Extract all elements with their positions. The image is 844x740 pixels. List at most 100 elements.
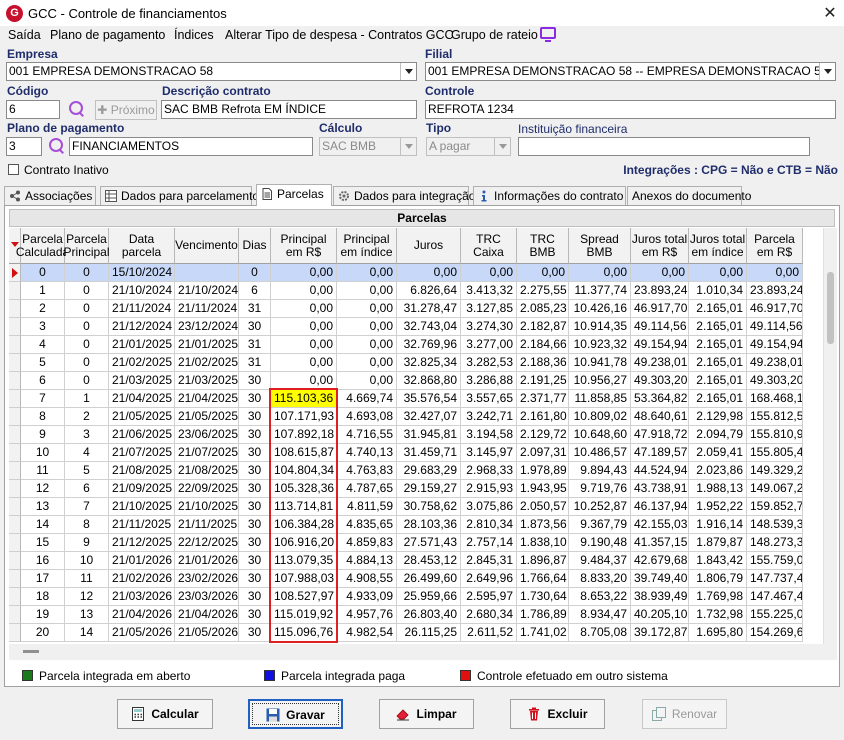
gravar-button[interactable]: Gravar bbox=[248, 699, 343, 729]
horizontal-scroll-thumb[interactable] bbox=[23, 650, 39, 653]
table-cell[interactable]: 21/11/2024 bbox=[175, 300, 239, 318]
menu-saida[interactable]: Saída bbox=[8, 28, 41, 42]
row-indicator[interactable] bbox=[9, 462, 21, 480]
table-cell[interactable]: 2.059,41 bbox=[689, 444, 747, 462]
column-header[interactable]: Principal em índice bbox=[337, 228, 397, 264]
table-cell[interactable]: 6 bbox=[21, 372, 65, 390]
table-cell[interactable]: 4.669,74 bbox=[337, 390, 397, 408]
table-cell[interactable]: 0,00 bbox=[271, 300, 337, 318]
table-cell[interactable]: 39.172,87 bbox=[631, 624, 689, 642]
table-cell[interactable]: 21/01/2025 bbox=[175, 336, 239, 354]
table-cell[interactable]: 30 bbox=[239, 444, 271, 462]
table-cell[interactable]: 31 bbox=[239, 354, 271, 372]
table-cell[interactable]: 4.811,59 bbox=[337, 498, 397, 516]
table-cell[interactable]: 2.275,55 bbox=[517, 282, 569, 300]
table-cell[interactable]: 26.115,25 bbox=[397, 624, 461, 642]
table-cell[interactable]: 4.787,65 bbox=[337, 480, 397, 498]
table-cell[interactable]: 2.129,98 bbox=[689, 408, 747, 426]
table-cell[interactable]: 14 bbox=[21, 516, 65, 534]
row-indicator[interactable] bbox=[9, 570, 21, 588]
table-cell[interactable]: 155.225,02 bbox=[747, 606, 803, 624]
table-cell[interactable]: 21/04/2026 bbox=[109, 606, 175, 624]
table-cell[interactable]: 2.611,52 bbox=[461, 624, 517, 642]
table-cell[interactable]: 21/12/2024 bbox=[109, 318, 175, 336]
table-cell[interactable]: 30.758,62 bbox=[397, 498, 461, 516]
column-header[interactable]: Dias bbox=[239, 228, 271, 264]
table-cell[interactable]: 32.868,80 bbox=[397, 372, 461, 390]
table-cell[interactable]: 21/10/2024 bbox=[109, 282, 175, 300]
tab-parcelas[interactable]: Parcelas bbox=[256, 184, 332, 206]
plano-code-input[interactable]: 3 bbox=[6, 137, 42, 156]
calcular-button[interactable]: Calcular bbox=[117, 699, 213, 729]
column-header[interactable]: Vencimento bbox=[175, 228, 239, 264]
table-cell[interactable]: 0,00 bbox=[337, 264, 397, 282]
column-header[interactable]: Juros bbox=[397, 228, 461, 264]
table-cell[interactable]: 42.679,68 bbox=[631, 552, 689, 570]
table-cell[interactable]: 155.810,90 bbox=[747, 426, 803, 444]
table-cell[interactable]: 148.273,35 bbox=[747, 534, 803, 552]
table-cell[interactable]: 0,00 bbox=[631, 264, 689, 282]
row-indicator[interactable] bbox=[9, 444, 21, 462]
table-cell[interactable]: 1.769,98 bbox=[689, 588, 747, 606]
table-cell[interactable]: 10.426,16 bbox=[569, 300, 631, 318]
table-cell[interactable]: 41.357,15 bbox=[631, 534, 689, 552]
table-cell[interactable]: 2.094,79 bbox=[689, 426, 747, 444]
table-cell[interactable]: 23.893,24 bbox=[747, 282, 803, 300]
table-cell[interactable]: 0 bbox=[65, 336, 109, 354]
table-cell[interactable]: 0,00 bbox=[271, 336, 337, 354]
table-cell[interactable]: 30 bbox=[239, 462, 271, 480]
table-cell[interactable]: 6.826,64 bbox=[397, 282, 461, 300]
table-cell[interactable]: 4.933,09 bbox=[337, 588, 397, 606]
table-cell[interactable]: 1.766,64 bbox=[517, 570, 569, 588]
table-cell[interactable]: 28.453,12 bbox=[397, 552, 461, 570]
table-cell[interactable]: 10 bbox=[21, 444, 65, 462]
table-cell[interactable]: 49.238,01 bbox=[631, 354, 689, 372]
table-cell[interactable]: 31 bbox=[239, 336, 271, 354]
table-cell[interactable]: 149.067,27 bbox=[747, 480, 803, 498]
row-indicator[interactable] bbox=[9, 372, 21, 390]
table-cell[interactable]: 21/10/2025 bbox=[109, 498, 175, 516]
table-cell[interactable]: 21/04/2025 bbox=[175, 390, 239, 408]
empresa-select[interactable]: 001 EMPRESA DEMONSTRACAO 58 bbox=[6, 62, 417, 81]
table-cell[interactable]: 2.129,72 bbox=[517, 426, 569, 444]
table-cell[interactable]: 30 bbox=[239, 552, 271, 570]
table-cell[interactable]: 53.364,82 bbox=[631, 390, 689, 408]
table-cell[interactable]: 0 bbox=[65, 264, 109, 282]
row-indicator[interactable] bbox=[9, 588, 21, 606]
table-cell[interactable]: 19 bbox=[21, 606, 65, 624]
table-cell[interactable]: 30 bbox=[239, 318, 271, 336]
table-cell[interactable]: 0 bbox=[65, 282, 109, 300]
table-cell[interactable]: 2.191,25 bbox=[517, 372, 569, 390]
table-cell[interactable]: 4.957,76 bbox=[337, 606, 397, 624]
table-cell[interactable]: 1.879,87 bbox=[689, 534, 747, 552]
table-cell[interactable]: 2.085,23 bbox=[517, 300, 569, 318]
table-cell[interactable]: 21/05/2026 bbox=[175, 624, 239, 642]
row-indicator[interactable] bbox=[9, 282, 21, 300]
table-cell[interactable]: 23/03/2026 bbox=[175, 588, 239, 606]
table-cell[interactable]: 4.859,83 bbox=[337, 534, 397, 552]
table-cell[interactable]: 21/02/2026 bbox=[109, 570, 175, 588]
table-cell[interactable]: 2.165,01 bbox=[689, 372, 747, 390]
table-cell[interactable]: 8.934,47 bbox=[569, 606, 631, 624]
tab-dados-parcelamento[interactable]: Dados para parcelamento bbox=[100, 186, 259, 206]
row-indicator[interactable] bbox=[9, 318, 21, 336]
table-cell[interactable]: 0,00 bbox=[337, 318, 397, 336]
table-cell[interactable]: 46.917,70 bbox=[631, 300, 689, 318]
menu-alterar-tipo-despesa[interactable]: Alterar Tipo de despesa - Contratos GCC bbox=[225, 28, 454, 42]
table-cell[interactable]: 2.184,66 bbox=[517, 336, 569, 354]
table-cell[interactable]: 0 bbox=[65, 300, 109, 318]
table-cell[interactable]: 13 bbox=[65, 606, 109, 624]
table-cell[interactable]: 4.716,55 bbox=[337, 426, 397, 444]
controle-input[interactable]: REFROTA 1234 bbox=[425, 100, 836, 119]
table-cell[interactable]: 23/02/2026 bbox=[175, 570, 239, 588]
table-cell[interactable]: 2.165,01 bbox=[689, 354, 747, 372]
table-cell[interactable]: 1.806,79 bbox=[689, 570, 747, 588]
table-cell[interactable]: 23/12/2024 bbox=[175, 318, 239, 336]
menu-plano-pagamento[interactable]: Plano de pagamento bbox=[50, 28, 165, 42]
limpar-button[interactable]: Limpar bbox=[379, 699, 474, 729]
column-header[interactable]: Juros total em índice bbox=[689, 228, 747, 264]
table-cell[interactable]: 10.956,27 bbox=[569, 372, 631, 390]
table-cell[interactable]: 21/04/2026 bbox=[175, 606, 239, 624]
table-cell[interactable]: 10.252,87 bbox=[569, 498, 631, 516]
table-cell[interactable]: 3 bbox=[21, 318, 65, 336]
